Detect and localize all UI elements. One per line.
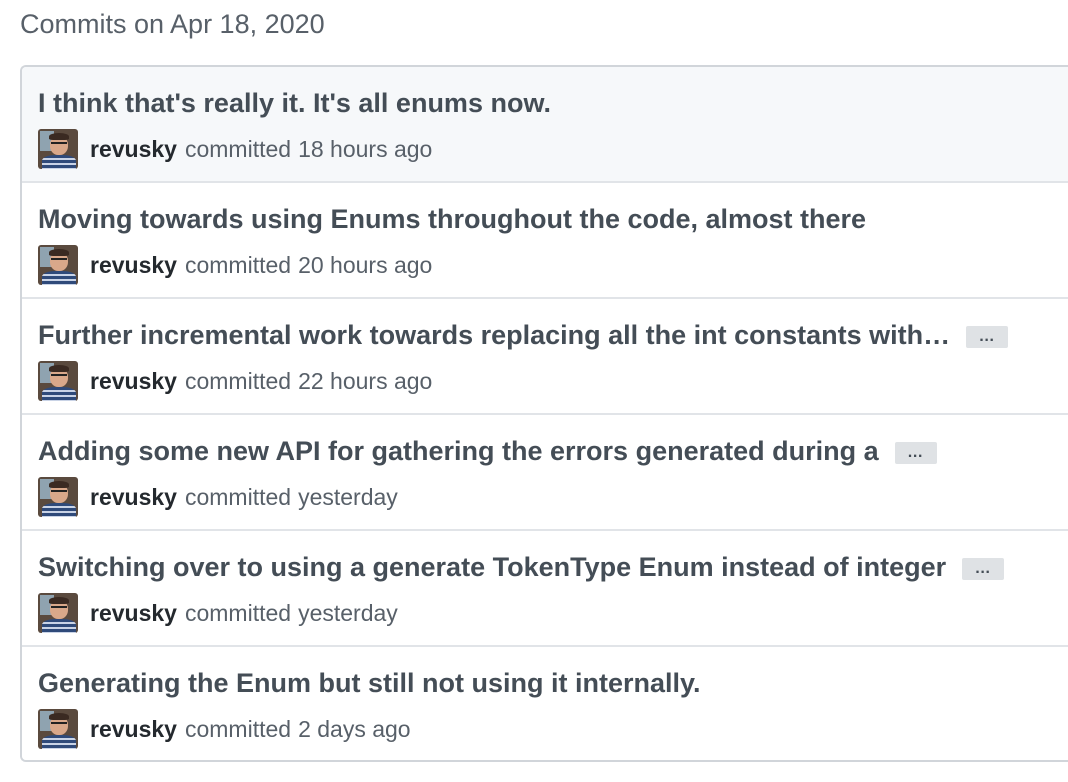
commit-row[interactable]: Moving towards using Enums throughout th… [22,183,1068,299]
commit-title-link[interactable]: Generating the Enum but still not using … [38,666,701,700]
commit-time: 18 hours ago [298,135,433,162]
commit-list: I think that's really it. It's all enums… [20,65,1068,762]
commit-title-link[interactable]: Further incremental work towards replaci… [38,318,950,352]
author-avatar[interactable] [38,129,78,169]
commit-title-link[interactable]: I think that's really it. It's all enums… [38,86,551,120]
commit-meta: revusky committed 2 days ago [38,709,411,749]
commit-time: 2 days ago [298,715,411,742]
commit-title-line: Adding some new API for gathering the er… [38,434,937,468]
ellipsis-icon[interactable]: … [966,326,1009,348]
commit-title-line: Further incremental work towards replaci… [38,318,1009,352]
commit-row[interactable]: Further incremental work towards replaci… [22,299,1068,415]
commit-title-line: Switching over to using a generate Token… [38,550,1005,584]
commit-title-line: Generating the Enum but still not using … [38,666,701,700]
author-link[interactable]: revusky [90,484,177,511]
commit-title-link[interactable]: Switching over to using a generate Token… [38,550,946,584]
commit-meta: revusky committed yesterday [38,477,398,517]
author-avatar[interactable] [38,593,78,633]
author-link[interactable]: revusky [90,716,177,743]
author-avatar[interactable] [38,477,78,517]
author-avatar[interactable] [38,361,78,401]
author-avatar[interactable] [38,709,78,749]
commits-page: Commits on Apr 18, 2020 I think that's r… [0,0,1068,782]
author-link[interactable]: revusky [90,600,177,627]
commit-action-text: committed [184,135,292,162]
commit-title-line: I think that's really it. It's all enums… [38,86,551,120]
ellipsis-icon[interactable]: … [894,442,937,464]
commit-action-text: committed [184,599,292,626]
commit-meta: revusky committed yesterday [38,593,398,633]
author-link[interactable]: revusky [90,368,177,395]
commit-action-text: committed [184,483,292,510]
commit-action-text: committed [184,715,292,742]
commit-title-link[interactable]: Adding some new API for gathering the er… [38,434,879,468]
commit-action-text: committed [184,367,292,394]
author-avatar[interactable] [38,245,78,285]
commit-time: 22 hours ago [298,367,433,394]
author-link[interactable]: revusky [90,252,177,279]
ellipsis-icon[interactable]: … [962,558,1005,580]
commit-time: yesterday [298,599,398,626]
commit-row[interactable]: Switching over to using a generate Token… [22,531,1068,647]
commit-meta: revusky committed 20 hours ago [38,245,432,285]
commit-title-link[interactable]: Moving towards using Enums throughout th… [38,202,866,236]
commits-date-heading: Commits on Apr 18, 2020 [20,9,325,39]
commit-row[interactable]: Generating the Enum but still not using … [22,647,1068,760]
commit-title-line: Moving towards using Enums throughout th… [38,202,866,236]
commit-time: yesterday [298,483,398,510]
commit-row[interactable]: I think that's really it. It's all enums… [22,67,1068,183]
commit-meta: revusky committed 22 hours ago [38,361,432,401]
commit-action-text: committed [184,251,292,278]
commit-row[interactable]: Adding some new API for gathering the er… [22,415,1068,531]
commit-time: 20 hours ago [298,251,433,278]
author-link[interactable]: revusky [90,136,177,163]
commit-meta: revusky committed 18 hours ago [38,129,432,169]
